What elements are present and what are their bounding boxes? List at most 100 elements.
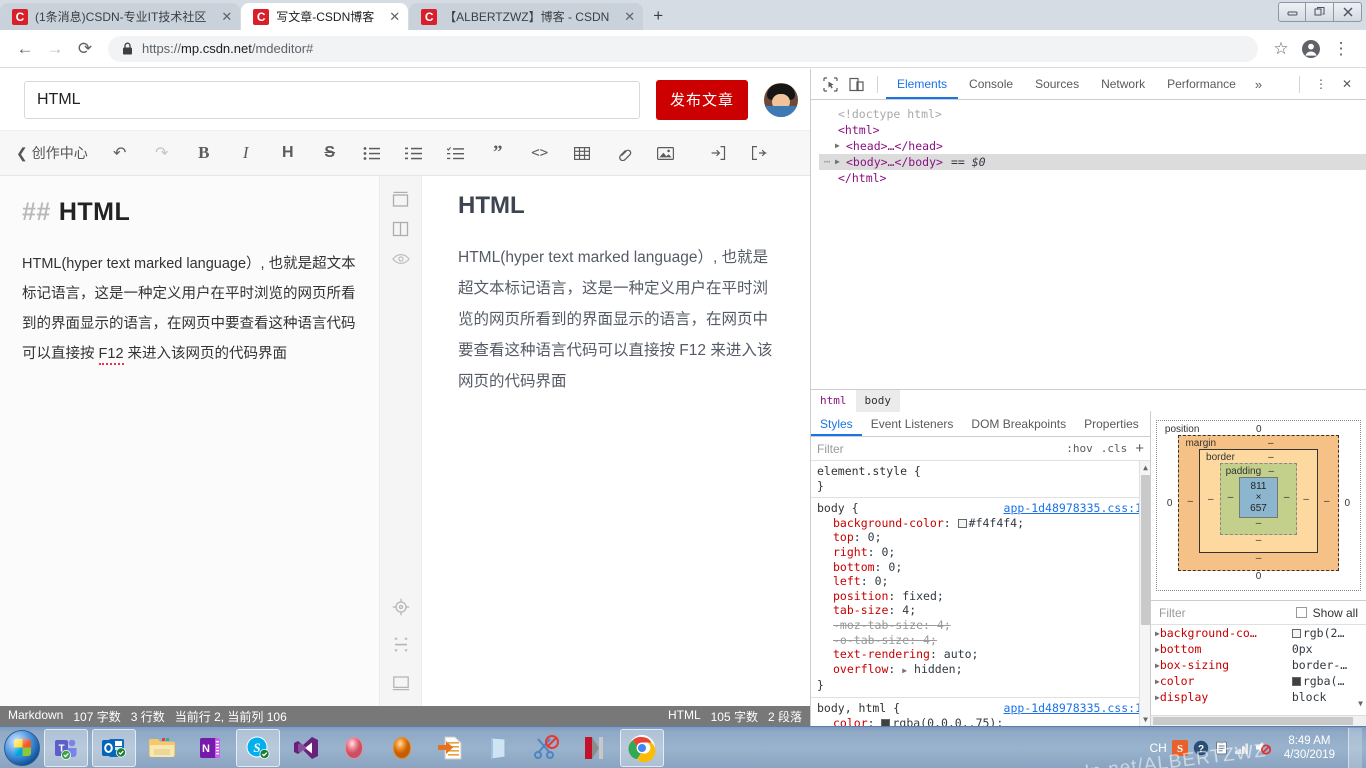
- new-tab-button[interactable]: +: [644, 3, 672, 30]
- breadcrumb-item-html[interactable]: html: [811, 390, 856, 412]
- publish-article-button[interactable]: 发布文章: [656, 79, 748, 120]
- table-button[interactable]: [562, 131, 602, 175]
- article-title-input[interactable]: HTML: [24, 80, 640, 119]
- computed-properties-list[interactable]: ▶ background-co… rgb(2… ▶ bottom 0px ▶ b…: [1151, 625, 1366, 715]
- device-toolbar-icon[interactable]: [843, 71, 869, 97]
- creation-center-link[interactable]: ❮ 创作中心: [16, 143, 98, 163]
- import-file-button[interactable]: [698, 131, 738, 175]
- css-declaration-bottom[interactable]: bottom: 0;: [817, 560, 1144, 575]
- devtools-close-icon[interactable]: ✕: [1334, 71, 1360, 97]
- scroll-down-icon[interactable]: ▼: [1140, 713, 1150, 726]
- italic-button[interactable]: I: [226, 131, 266, 175]
- css-rule-body[interactable]: body { app-1d48978335.css:1 background-c…: [811, 498, 1150, 698]
- minimize-button[interactable]: [1278, 2, 1306, 22]
- css-declaration-right[interactable]: right: 0;: [817, 545, 1144, 560]
- inspect-cursor-icon[interactable]: [817, 71, 843, 97]
- css-declaration-moz-tab-size[interactable]: -moz-tab-size: 4;: [817, 618, 1144, 633]
- taskbar-item-microsoft-teams[interactable]: T: [44, 728, 88, 767]
- scrollbar-thumb[interactable]: [1153, 717, 1353, 725]
- computed-row-box-sizing[interactable]: ▶ box-sizing border-…: [1151, 657, 1366, 673]
- dom-node-html-open[interactable]: <html>: [819, 122, 1366, 138]
- devtools-tab-console[interactable]: Console: [958, 69, 1024, 99]
- markdown-source-pane[interactable]: ## HTML HTML(hyper text marked language）,…: [0, 176, 380, 706]
- taskbar-item-outlook[interactable]: [92, 728, 136, 767]
- box-model-position[interactable]: position 0 0 margin – – border – – paddi…: [1155, 420, 1362, 591]
- css-source-link[interactable]: app-1d48978335.css:1: [1004, 701, 1142, 716]
- box-model-margin[interactable]: margin – – border – – padding – – 811 × …: [1178, 435, 1339, 571]
- forward-icon[interactable]: →: [40, 34, 70, 64]
- taskbar-item-pink-app[interactable]: [332, 729, 376, 767]
- taskbar-item-snipping-tool[interactable]: [524, 729, 568, 767]
- close-window-button[interactable]: [1334, 2, 1362, 22]
- browser-tab-2[interactable]: C 写文章-CSDN博客 ✕: [241, 3, 409, 30]
- browser-tab-3[interactable]: C 【ALBERTZWZ】博客 - CSDN ✕: [409, 3, 644, 30]
- computed-scroll-down-icon[interactable]: ▼: [1355, 699, 1366, 713]
- taskbar-item-media-app[interactable]: [572, 729, 616, 767]
- input-language-indicator[interactable]: CH: [1149, 741, 1166, 755]
- help-icon[interactable]: ?: [1193, 740, 1209, 756]
- close-icon[interactable]: ✕: [213, 9, 232, 25]
- task-list-button[interactable]: [436, 131, 476, 175]
- start-button[interactable]: [4, 729, 40, 766]
- taskbar-item-file-explorer[interactable]: [140, 729, 184, 767]
- address-bar[interactable]: https://mp.csdn.net/mdeditor#: [108, 35, 1258, 62]
- volume-muted-icon[interactable]: [1255, 740, 1271, 755]
- profile-icon[interactable]: [1296, 34, 1326, 64]
- box-model-content-size[interactable]: 811 × 657: [1239, 477, 1278, 518]
- devtools-tab-network[interactable]: Network: [1090, 69, 1156, 99]
- taskbar-clock[interactable]: 8:49 AM 4/30/2019: [1276, 734, 1343, 762]
- css-source-link[interactable]: app-1d48978335.css:1: [1004, 501, 1142, 516]
- fullscreen-icon[interactable]: [388, 630, 414, 660]
- avatar[interactable]: [764, 82, 798, 117]
- dom-node-html-close[interactable]: </html>: [819, 170, 1366, 186]
- undo-button[interactable]: ↶: [100, 131, 140, 175]
- devtools-more-tabs-icon[interactable]: »: [1247, 77, 1270, 92]
- unordered-list-button[interactable]: [352, 131, 392, 175]
- close-icon[interactable]: ✕: [381, 9, 400, 25]
- taskbar-item-google-chrome[interactable]: [620, 728, 664, 767]
- color-swatch[interactable]: [881, 718, 891, 726]
- strikethrough-button[interactable]: S: [310, 131, 350, 175]
- network-icon[interactable]: [1234, 741, 1250, 755]
- dom-node-head[interactable]: ▶ <head>…</head>: [819, 138, 1366, 154]
- browser-tab-1[interactable]: C (1条消息)CSDN-专业IT技术社区 ✕: [0, 3, 241, 30]
- show-all-checkbox[interactable]: [1295, 607, 1307, 618]
- split-pane-view-icon[interactable]: [388, 214, 414, 244]
- css-declaration-left[interactable]: left: 0;: [817, 574, 1144, 589]
- taskbar-item-notepad-app[interactable]: [476, 729, 520, 767]
- scroll-up-icon[interactable]: ▲: [1140, 461, 1150, 474]
- hov-toggle[interactable]: :hov: [1066, 442, 1093, 455]
- expand-arrow-icon[interactable]: ▶: [835, 138, 846, 154]
- reload-icon[interactable]: ⟳: [70, 34, 100, 64]
- close-icon[interactable]: ✕: [616, 9, 635, 25]
- taskbar-item-skype[interactable]: S: [236, 728, 280, 767]
- css-declaration-position[interactable]: position: fixed;: [817, 589, 1144, 604]
- breadcrumb-item-body[interactable]: body: [855, 389, 900, 412]
- computed-row-background-color[interactable]: ▶ background-co… rgb(2…: [1151, 625, 1366, 641]
- sync-scroll-icon[interactable]: [388, 592, 414, 622]
- devtools-tab-elements[interactable]: Elements: [886, 69, 959, 99]
- link-button[interactable]: [604, 131, 644, 175]
- dom-tree[interactable]: <!doctype html> <html> ▶ <head>…</head> …: [811, 100, 1366, 389]
- ordered-list-button[interactable]: [394, 131, 434, 175]
- bookmark-star-icon[interactable]: ☆: [1266, 34, 1296, 64]
- export-markdown-button[interactable]: [740, 131, 780, 175]
- heading-button[interactable]: H: [268, 131, 308, 175]
- redo-button[interactable]: ↷: [142, 131, 182, 175]
- back-icon[interactable]: ←: [10, 34, 40, 64]
- taskbar-item-onenote[interactable]: N: [188, 729, 232, 767]
- computed-row-bottom[interactable]: ▶ bottom 0px: [1151, 641, 1366, 657]
- computed-row-display[interactable]: ▶ display block: [1151, 689, 1366, 705]
- image-button[interactable]: [646, 131, 686, 175]
- new-style-rule-button[interactable]: +: [1135, 440, 1144, 457]
- single-pane-view-icon[interactable]: [388, 184, 414, 214]
- blockquote-button[interactable]: ”: [478, 131, 518, 175]
- computed-filter-input[interactable]: Filter: [1159, 606, 1290, 620]
- styles-scrollbar[interactable]: ▲ ▼: [1139, 461, 1150, 726]
- sidebar-tab-properties[interactable]: Properties: [1075, 411, 1148, 436]
- more-options-icon[interactable]: ⋯: [819, 154, 835, 170]
- code-button[interactable]: <>: [520, 131, 560, 175]
- color-swatch[interactable]: [957, 518, 967, 528]
- cls-toggle[interactable]: .cls: [1101, 442, 1128, 455]
- restore-button[interactable]: [1306, 2, 1334, 22]
